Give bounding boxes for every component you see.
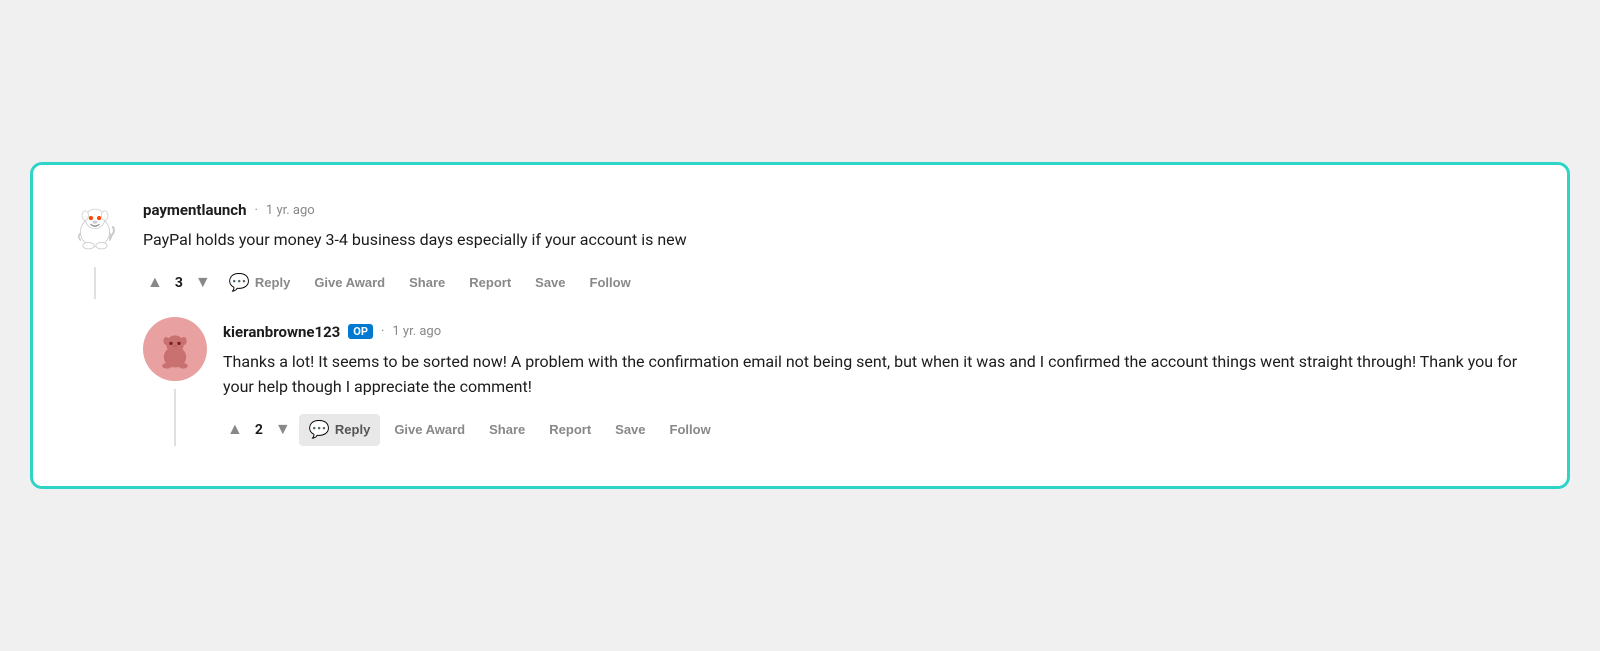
reply-button-2[interactable]: 💬 Reply	[299, 414, 381, 446]
upvote-1[interactable]: ▲	[143, 270, 167, 296]
comment-2-header: kieranbrowne123 OP · 1 yr. ago	[223, 323, 1527, 341]
vote-count-2: 2	[255, 422, 263, 438]
dot-2: ·	[381, 324, 384, 339]
thread-line-1	[94, 267, 96, 299]
give-award-button-1[interactable]: Give Award	[304, 269, 395, 296]
comments-container: paymentlaunch · 1 yr. ago PayPal holds y…	[30, 162, 1570, 489]
reply-icon-2: 💬	[309, 420, 330, 440]
op-badge: OP	[348, 324, 373, 339]
save-button-1[interactable]: Save	[525, 269, 575, 296]
upvote-2[interactable]: ▲	[223, 417, 247, 443]
username-2: kieranbrowne123	[223, 323, 340, 341]
op-snoo-icon	[151, 325, 199, 373]
reply-icon-1: 💬	[229, 273, 250, 293]
comment-2-text: Thanks a lot! It seems to be sorted now!…	[223, 349, 1527, 400]
share-button-1[interactable]: Share	[399, 269, 455, 296]
reply-button-1[interactable]: 💬 Reply	[219, 267, 301, 299]
avatar-col-1	[63, 195, 127, 299]
report-button-2[interactable]: Report	[539, 416, 601, 443]
downvote-2[interactable]: ▼	[271, 417, 295, 443]
dot-1: ·	[255, 203, 258, 218]
share-button-2[interactable]: Share	[479, 416, 535, 443]
avatar-col-2	[143, 317, 207, 446]
report-button-1[interactable]: Report	[459, 269, 521, 296]
downvote-1[interactable]: ▼	[191, 270, 215, 296]
comment-1: paymentlaunch · 1 yr. ago PayPal holds y…	[63, 195, 1527, 299]
comment-1-header: paymentlaunch · 1 yr. ago	[143, 201, 1527, 219]
comment-1-text: PayPal holds your money 3-4 business day…	[143, 227, 1527, 253]
timestamp-2: 1 yr. ago	[392, 324, 441, 339]
save-button-2[interactable]: Save	[605, 416, 655, 443]
follow-button-2[interactable]: Follow	[660, 416, 721, 443]
avatar-paymentlaunch	[63, 195, 127, 259]
comment-1-actions: ▲ 3 ▼ 💬 Reply Give Award Share Report Sa…	[143, 267, 1527, 299]
comment-2-actions: ▲ 2 ▼ 💬 Reply Give Award Share Report	[223, 414, 1527, 446]
give-award-button-2[interactable]: Give Award	[384, 416, 475, 443]
timestamp-1: 1 yr. ago	[266, 203, 315, 218]
nested-comment: kieranbrowne123 OP · 1 yr. ago Thanks a …	[143, 317, 1527, 446]
vote-count-1: 3	[175, 275, 183, 291]
avatar-kieranbrowne123	[143, 317, 207, 381]
comment-2-body: kieranbrowne123 OP · 1 yr. ago Thanks a …	[223, 317, 1527, 446]
thread-line-2	[174, 389, 176, 446]
follow-button-1[interactable]: Follow	[580, 269, 641, 296]
username-1: paymentlaunch	[143, 201, 247, 219]
comment-2: kieranbrowne123 OP · 1 yr. ago Thanks a …	[143, 317, 1527, 446]
snoo-icon	[69, 201, 121, 253]
comment-1-body: paymentlaunch · 1 yr. ago PayPal holds y…	[143, 195, 1527, 299]
